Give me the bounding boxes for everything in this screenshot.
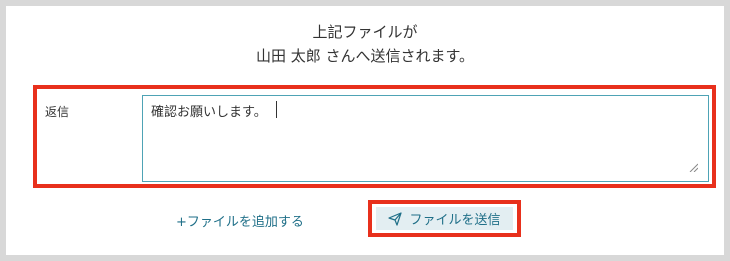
message-line-1: 上記ファイルが <box>312 23 418 41</box>
recipient-message: 上記ファイルが 山田 太郎 さんへ送信されます。 <box>6 20 724 68</box>
paper-plane-icon <box>388 211 403 226</box>
message-line-2: 山田 太郎 さんへ送信されます。 <box>255 47 475 65</box>
reply-label: 返信 <box>45 105 70 119</box>
reply-textarea[interactable]: 確認お願いします。 <box>142 95 709 182</box>
send-file-button[interactable]: ファイルを送信 <box>376 207 513 230</box>
resize-grip-icon[interactable] <box>689 163 698 172</box>
add-file-link[interactable]: +ファイルを追加する <box>176 211 304 230</box>
send-file-label: ファイルを送信 <box>409 213 501 228</box>
reply-section: 返信 確認お願いします。 <box>33 85 716 188</box>
text-caret <box>276 101 277 118</box>
send-confirmation-panel: 上記ファイルが 山田 太郎 さんへ送信されます。 返信 確認お願いします。 +フ… <box>0 0 730 261</box>
send-button-highlight: ファイルを送信 <box>368 200 521 237</box>
